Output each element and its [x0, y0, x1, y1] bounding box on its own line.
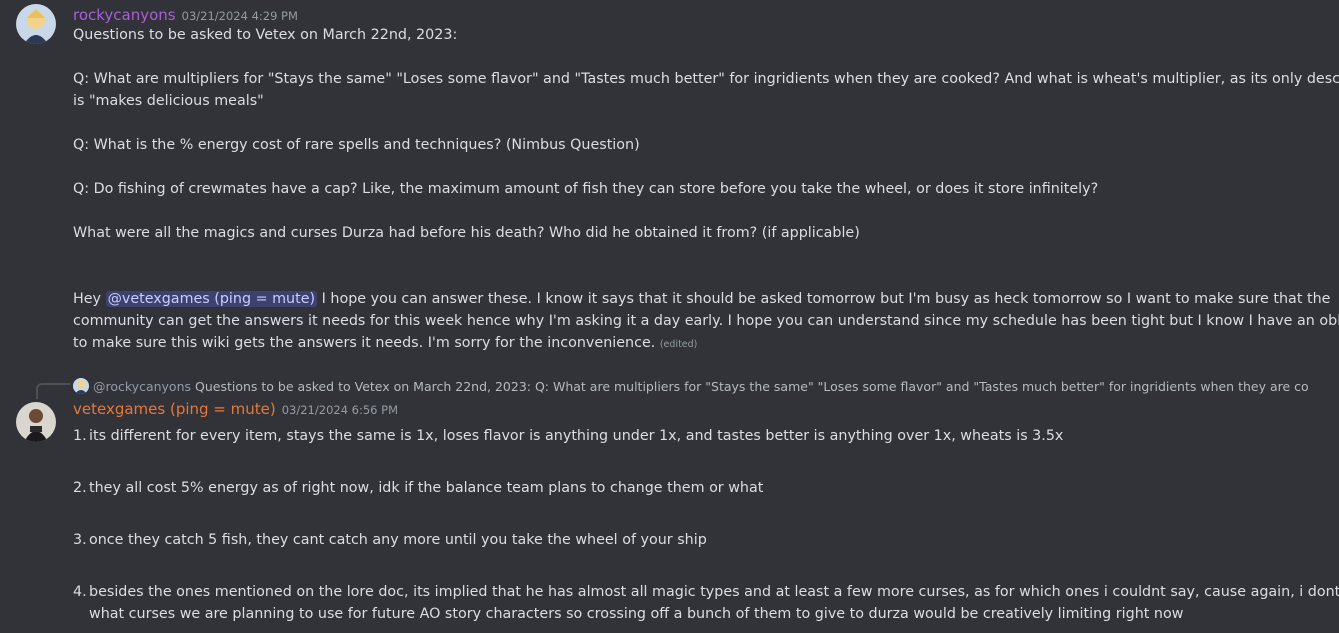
- user-mention[interactable]: @vetexgames (ping = mute): [105, 291, 318, 307]
- reply-username[interactable]: @rockycanyons: [93, 379, 191, 394]
- answer-list: 1. its different for every item, stays t…: [73, 425, 1339, 625]
- answer-item: 3. once they catch 5 fish, they cant cat…: [73, 529, 1313, 581]
- message-header: vetexgames (ping = mute) 03/21/2024 6:56 …: [73, 398, 398, 421]
- question-3: Q: Do fishing of crewmates have a cap? L…: [73, 181, 1099, 197]
- message-content: Questions to be asked to Vetex on March …: [73, 24, 1339, 356]
- timestamp[interactable]: 03/21/2024 4:29 PM: [182, 9, 298, 23]
- answer-text: they all cost 5% energy as of right now,…: [89, 480, 764, 496]
- answer-text-line-1: besides the ones mentioned on the lore d…: [89, 584, 1339, 600]
- closing-line-3: to make sure this wiki gets the answers …: [73, 332, 1313, 356]
- closing-line-2: community can get the answers it needs f…: [73, 313, 1339, 329]
- question-2: Q: What is the % energy cost of rare spe…: [73, 137, 640, 153]
- answer-item: 1. its different for every item, stays t…: [73, 425, 1313, 477]
- reply-avatar: [73, 378, 89, 394]
- answer-number: 2.: [73, 480, 87, 496]
- answer-text: its different for every item, stays the …: [89, 428, 1064, 444]
- question-1-line-2: is "makes delicious meals": [73, 93, 264, 109]
- avatar[interactable]: [16, 402, 56, 442]
- closing-line-3-text: to make sure this wiki gets the answers …: [73, 335, 656, 351]
- question-1-line-1: Q: What are multipliers for "Stays the s…: [73, 71, 1339, 87]
- answer-number: 3.: [73, 532, 87, 548]
- closing-line-1-rest: I hope you can answer these. I know it s…: [317, 291, 1331, 307]
- answer-text: once they catch 5 fish, they cant catch …: [89, 532, 707, 548]
- question-4: What were all the magics and curses Durz…: [73, 225, 860, 241]
- answer-text-line-2: what curses we are planning to use for f…: [89, 606, 1184, 622]
- reply-reference[interactable]: @rockycanyons Questions to be asked to Ve…: [73, 376, 1308, 394]
- answer-item: 2. they all cost 5% energy as of right n…: [73, 477, 1313, 529]
- avatar[interactable]: [16, 4, 56, 44]
- closing-prefix: Hey: [73, 291, 106, 307]
- reply-spine: [36, 383, 70, 399]
- message-content: 1. its different for every item, stays t…: [73, 425, 1339, 625]
- message-title-line: Questions to be asked to Vetex on March …: [73, 27, 458, 43]
- username[interactable]: vetexgames (ping = mute): [73, 400, 276, 418]
- answer-item: 4. besides the ones mentioned on the lor…: [73, 581, 1339, 625]
- answer-number: 1.: [73, 428, 87, 444]
- edited-label: (edited): [659, 339, 698, 350]
- reply-preview[interactable]: Questions to be asked to Vetex on March …: [195, 379, 1308, 394]
- answer-number: 4.: [73, 584, 87, 600]
- closing-line-1: Hey @vetexgames (ping = mute) I hope you…: [73, 288, 1330, 310]
- username[interactable]: rockycanyons: [73, 6, 176, 24]
- timestamp[interactable]: 03/21/2024 6:56 PM: [282, 403, 398, 417]
